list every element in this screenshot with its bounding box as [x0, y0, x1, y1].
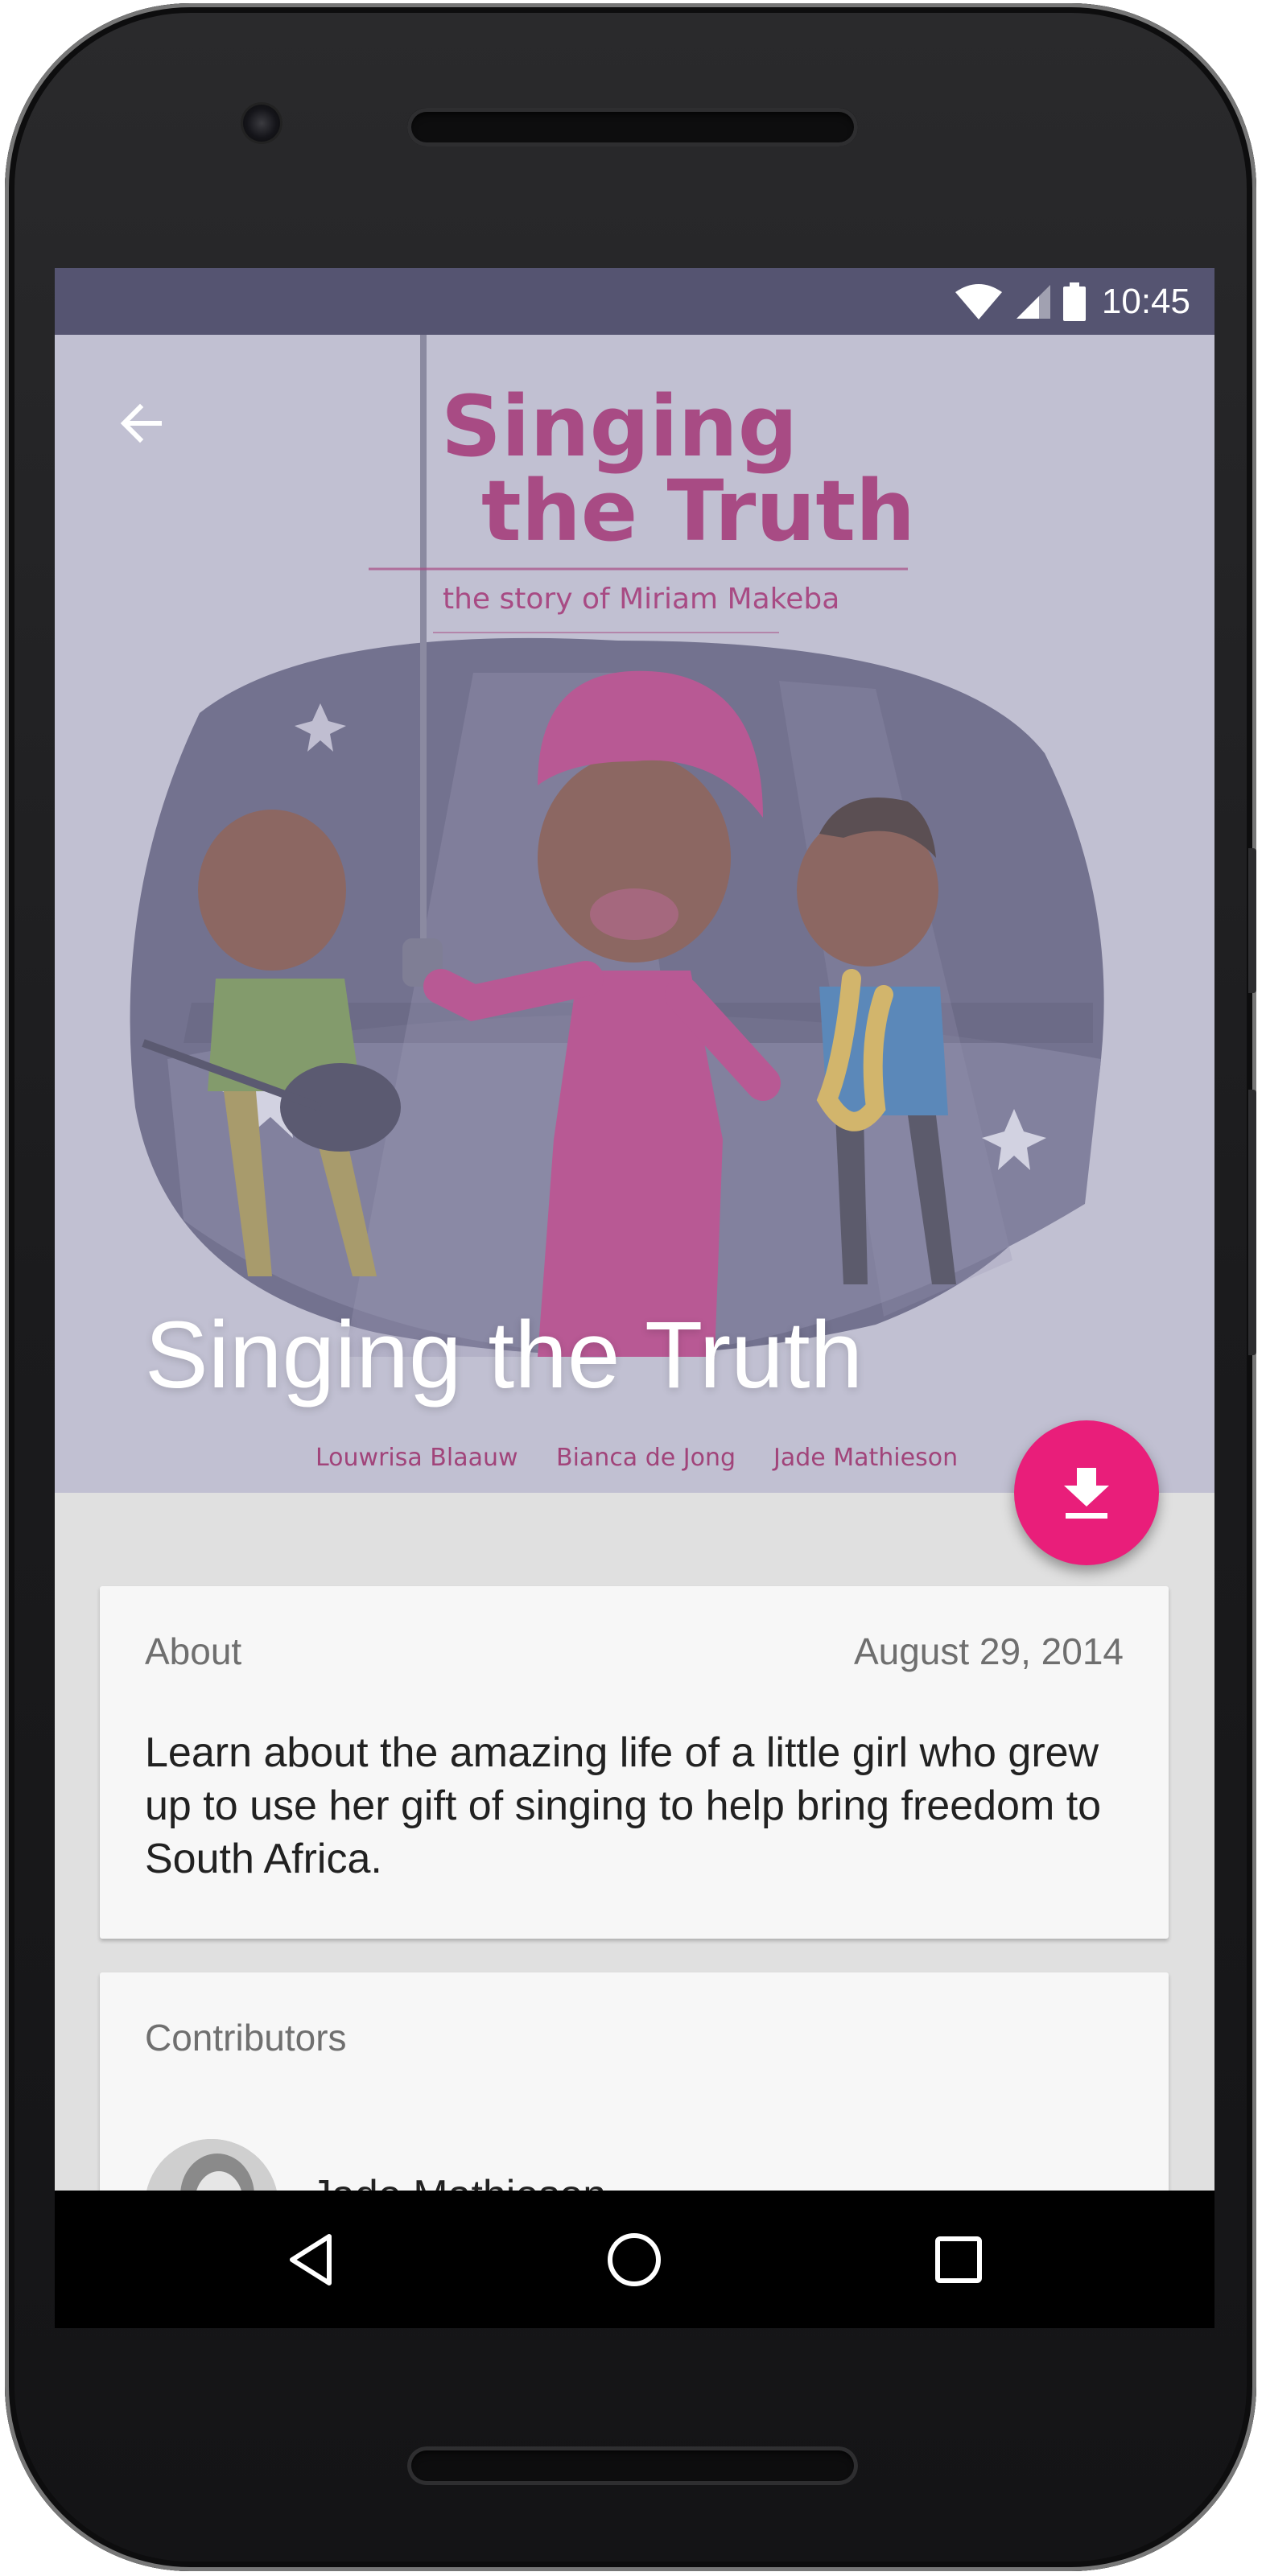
status-bar: 10:45 [55, 268, 1214, 335]
bottom-speaker [407, 2446, 858, 2485]
arrow-back-icon [120, 403, 162, 443]
battery-icon [1062, 282, 1086, 321]
back-triangle-icon [290, 2233, 332, 2285]
status-time: 10:45 [1101, 281, 1190, 321]
volume-button [1248, 1090, 1256, 1355]
nav-recents-button[interactable] [894, 2191, 1023, 2328]
home-circle-icon [608, 2232, 661, 2286]
book-title: Singing the Truth [145, 1302, 864, 1408]
system-nav-bar [55, 2191, 1214, 2328]
credit-designer: Jade Mathieson [773, 1444, 959, 1472]
cellular-signal-icon [1016, 284, 1050, 319]
publish-date: August 29, 2014 [853, 1630, 1124, 1672]
credit-author: Bianca de Jong [556, 1444, 736, 1472]
nav-back-button[interactable] [247, 2191, 376, 2328]
back-button[interactable] [101, 383, 182, 464]
front-camera [243, 105, 280, 142]
phone-frame: 10:45 Singing the Truth the story of Mir… [5, 3, 1256, 2571]
power-button [1248, 848, 1256, 993]
about-label: About [145, 1630, 242, 1672]
nav-home-button[interactable] [570, 2191, 699, 2328]
recents-square-icon [935, 2236, 982, 2283]
contributors-label: Contributors [145, 2017, 347, 2059]
download-button[interactable] [1014, 1420, 1159, 1565]
book-cover-hero: Singing the Truth the story of Miriam Ma… [55, 335, 1214, 1493]
top-speaker [407, 108, 858, 146]
download-icon [1064, 1468, 1109, 1519]
about-description: Learn about the amazing life of a little… [145, 1729, 1102, 1882]
about-card: About August 29, 2014 Learn about the am… [100, 1586, 1169, 1939]
screen: 10:45 Singing the Truth the story of Mir… [55, 268, 1214, 2328]
credit-illustrator: Louwrisa Blaauw [315, 1444, 518, 1472]
wifi-icon [955, 283, 1002, 319]
